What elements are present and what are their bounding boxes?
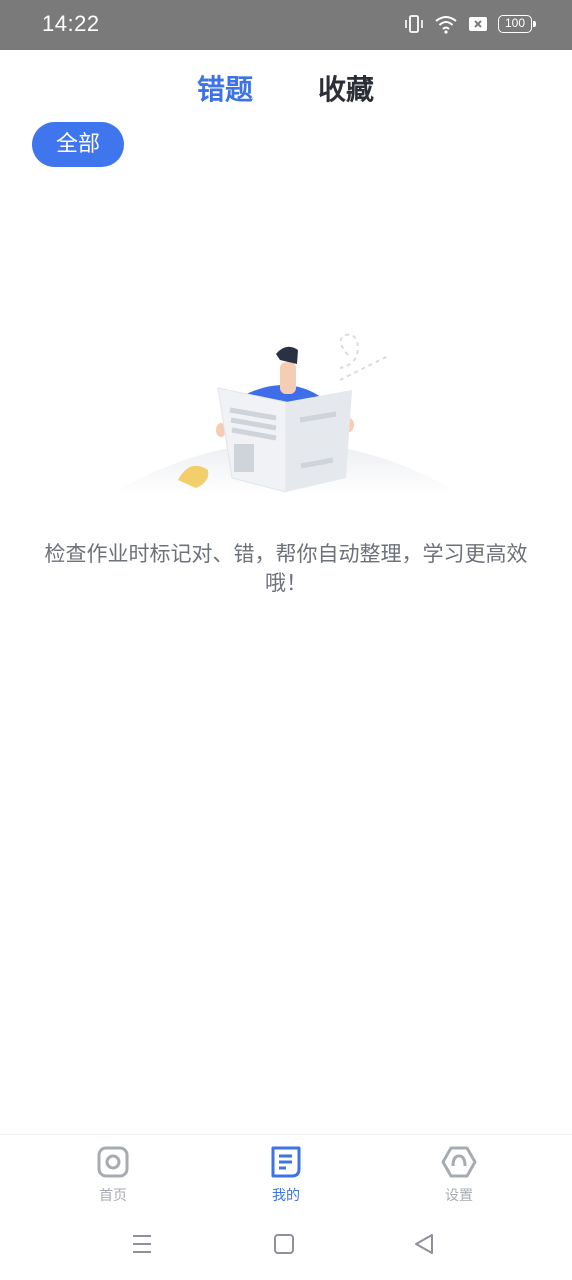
bottom-nav: 首页 我的 设置 — [0, 1134, 572, 1212]
status-time: 14:22 — [42, 11, 100, 36]
sim-off-icon — [469, 17, 487, 31]
nav-item-settings[interactable]: 设置 — [419, 1145, 499, 1205]
nav-label-settings: 设置 — [445, 1188, 473, 1204]
nav-item-mine[interactable]: 我的 — [246, 1145, 326, 1205]
tab-favorites[interactable]: 收藏 — [318, 68, 374, 108]
menu-icon[interactable] — [130, 1232, 154, 1256]
screen: 14:22 100 错题 收藏 全部 检查作业时标记对、错，帮你自动整理，学习更… — [0, 0, 572, 1280]
nav-label-home: 首页 — [99, 1188, 127, 1204]
status-icons: 100 — [404, 14, 536, 34]
nav-label-mine: 我的 — [272, 1188, 300, 1204]
status-bar: 14:22 100 — [0, 0, 572, 50]
document-icon — [271, 1146, 301, 1178]
nav-item-home[interactable]: 首页 — [73, 1145, 153, 1205]
home-square-icon[interactable] — [272, 1232, 296, 1256]
settings-icon — [441, 1146, 477, 1178]
filter-all-chip[interactable]: 全部 — [32, 122, 124, 167]
top-tabs: 错题 收藏 — [0, 68, 572, 112]
battery-icon: 100 — [498, 15, 536, 33]
home-icon — [97, 1146, 129, 1178]
empty-state-illustration — [110, 333, 462, 495]
empty-state-message: 检查作业时标记对、错，帮你自动整理，学习更高效哦！ — [44, 542, 528, 595]
tab-mistakes[interactable]: 错题 — [197, 68, 253, 108]
vibrate-icon — [405, 15, 423, 33]
system-nav-bar — [0, 1212, 572, 1280]
wifi-icon — [435, 16, 457, 34]
back-triangle-icon[interactable] — [412, 1232, 436, 1256]
